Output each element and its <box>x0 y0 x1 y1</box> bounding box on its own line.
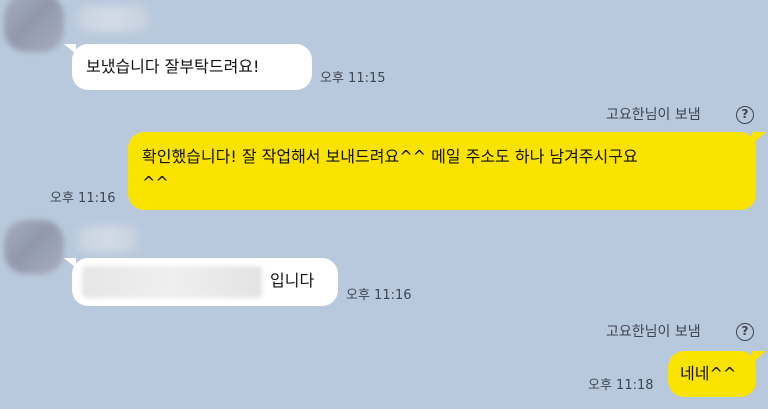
message-time: 오후 11:18 <box>588 378 654 393</box>
sent-by-label: 고요한님이 보냄 <box>606 324 701 340</box>
sent-by-label: 고요한님이 보냄 <box>606 107 701 123</box>
help-icon[interactable]: ? <box>736 323 754 341</box>
message-bubble[interactable]: 입니다 <box>72 258 338 306</box>
avatar[interactable] <box>4 220 64 274</box>
message-time: 오후 11:16 <box>50 191 116 206</box>
message-text: 입니다 <box>270 271 315 290</box>
message-bubble[interactable]: 확인했습니다! 잘 작업해서 보내드려요^^ 메일 주소도 하나 남겨주시구요 … <box>128 132 756 210</box>
message-time: 오후 11:16 <box>346 288 412 303</box>
message-text: ^^ <box>142 173 169 192</box>
message-bubble[interactable]: 보냈습니다 잘부탁드려요! <box>72 44 312 90</box>
message-time: 오후 11:15 <box>320 71 386 86</box>
sender-name <box>78 226 138 252</box>
message-text: 보냈습니다 잘부탁드려요! <box>86 57 260 76</box>
sender-name <box>78 6 148 32</box>
help-icon[interactable]: ? <box>736 106 754 124</box>
bubble-tail <box>752 351 766 363</box>
message-bubble[interactable]: 네네^^ <box>668 351 756 397</box>
redacted-text <box>82 266 262 298</box>
avatar[interactable] <box>4 0 64 52</box>
message-text: 네네^^ <box>680 364 737 383</box>
bubble-tail <box>752 132 766 144</box>
message-text: 확인했습니다! 잘 작업해서 보내드려요^^ 메일 주소도 하나 남겨주시구요 <box>142 147 638 166</box>
